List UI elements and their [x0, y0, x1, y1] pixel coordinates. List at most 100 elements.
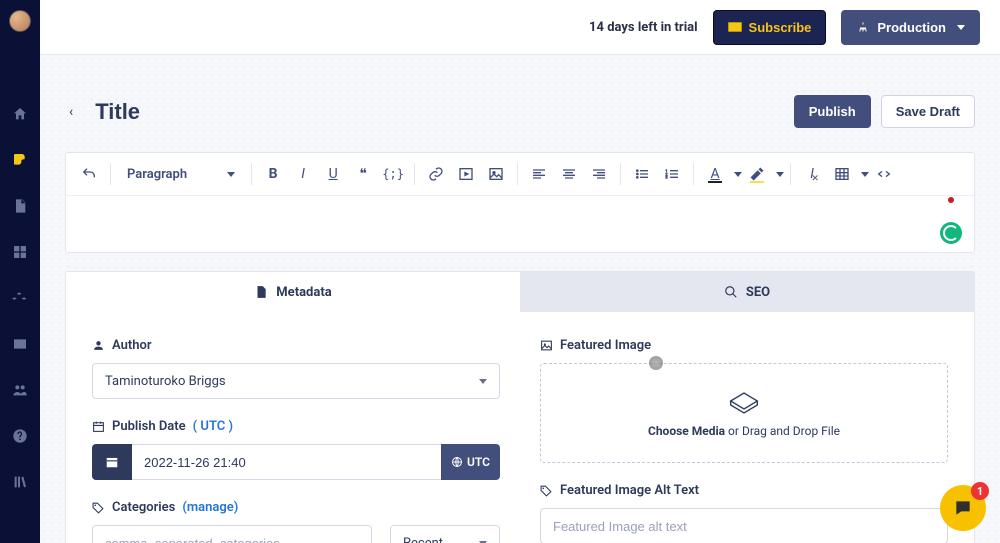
quote-icon: ❝ — [359, 166, 367, 182]
italic-button[interactable]: I — [288, 159, 318, 189]
source-icon — [876, 166, 892, 182]
svg-text:3: 3 — [665, 175, 667, 180]
sidebar-item-collections[interactable] — [0, 284, 40, 312]
sidebar-item-blog[interactable] — [0, 146, 40, 174]
text-color-button[interactable]: A — [700, 159, 730, 189]
text-color-dropdown[interactable] — [730, 172, 742, 177]
underline-icon: U — [329, 166, 338, 182]
featured-image-dropzone[interactable]: Choose Media or Drag and Drop File — [540, 363, 948, 463]
clear-format-button[interactable]: I✕ — [797, 159, 827, 189]
date-picker-button[interactable] — [92, 444, 132, 480]
format-label: Paragraph — [127, 167, 187, 182]
align-center-icon — [561, 166, 577, 182]
subscribe-icon — [728, 22, 742, 32]
globe-icon — [451, 456, 463, 468]
sidebar-item-home[interactable] — [0, 100, 40, 128]
numbered-list-icon: 123 — [664, 166, 680, 182]
utc-link[interactable]: ( UTC ) — [193, 419, 233, 434]
environment-dropdown[interactable]: Production — [841, 10, 980, 45]
sidebar-item-library[interactable] — [0, 468, 40, 496]
sidebar-item-grid[interactable] — [0, 238, 40, 266]
chat-icon — [952, 498, 974, 518]
topbar: 14 days left in trial Subscribe Producti… — [40, 0, 1000, 55]
publish-date-input[interactable] — [132, 444, 441, 480]
code-icon: {;} — [382, 167, 404, 181]
environment-label: Production — [877, 20, 946, 35]
underline-button[interactable]: U — [318, 159, 348, 189]
source-code-button[interactable] — [869, 159, 899, 189]
table-icon — [834, 166, 850, 182]
tab-seo[interactable]: SEO — [520, 272, 974, 312]
grid-icon — [12, 244, 28, 260]
upload-icon — [728, 388, 760, 414]
highlight-dropdown[interactable] — [772, 172, 784, 177]
grammarly-button[interactable] — [940, 222, 962, 244]
bullet-list-icon — [634, 166, 650, 182]
editor: Paragraph B I U ❝ {;} — [65, 152, 975, 253]
align-left-icon — [531, 166, 547, 182]
table-button[interactable] — [827, 159, 857, 189]
publish-date-label: Publish Date ( UTC ) — [92, 419, 500, 434]
alt-text-label: Featured Image Alt Text — [540, 483, 948, 498]
table-dropdown[interactable] — [857, 172, 869, 177]
cursor-indicator — [649, 356, 663, 370]
calendar-icon — [105, 455, 119, 469]
align-left-button[interactable] — [524, 159, 554, 189]
undo-button[interactable] — [74, 159, 104, 189]
chat-badge: 1 — [971, 482, 989, 500]
dropzone-text: Choose Media or Drag and Drop File — [648, 424, 840, 438]
users-icon — [12, 382, 28, 398]
back-button[interactable]: ‹ — [65, 100, 77, 124]
sidebar-item-pages[interactable] — [0, 192, 40, 220]
alt-text-input[interactable] — [540, 508, 948, 543]
italic-icon: I — [301, 166, 305, 182]
author-select[interactable]: Taminoturoko Briggs — [92, 363, 500, 399]
sidebar-item-media[interactable] — [0, 330, 40, 358]
bold-icon: B — [269, 166, 278, 182]
timezone-button[interactable]: UTC — [441, 444, 500, 480]
publish-button[interactable]: Publish — [794, 95, 871, 128]
categories-input[interactable] — [92, 525, 372, 543]
tag-icon — [540, 484, 553, 497]
chevron-down-icon — [227, 172, 235, 177]
bullet-list-button[interactable] — [627, 159, 657, 189]
text-color-icon: A — [711, 166, 720, 182]
save-draft-button[interactable]: Save Draft — [881, 95, 975, 128]
code-button[interactable]: {;} — [378, 159, 408, 189]
chevron-down-icon — [479, 379, 487, 384]
link-button[interactable] — [421, 159, 451, 189]
categories-manage-link[interactable]: (manage) — [182, 500, 238, 515]
sidebar-item-help[interactable] — [0, 422, 40, 450]
library-icon — [12, 474, 28, 490]
chat-button[interactable]: 1 — [940, 485, 986, 531]
video-button[interactable] — [451, 159, 481, 189]
tags-icon — [92, 501, 105, 514]
image-button[interactable] — [481, 159, 511, 189]
image-icon — [540, 339, 553, 352]
highlight-button[interactable] — [742, 159, 772, 189]
media-icon — [12, 336, 28, 352]
numbered-list-button[interactable]: 123 — [657, 159, 687, 189]
video-icon — [458, 166, 474, 182]
format-dropdown[interactable]: Paragraph — [117, 159, 245, 189]
sidebar-item-users[interactable] — [0, 376, 40, 404]
avatar[interactable] — [9, 10, 31, 32]
image-icon — [488, 166, 504, 182]
bold-button[interactable]: B — [258, 159, 288, 189]
align-right-button[interactable] — [584, 159, 614, 189]
categories-sort-select[interactable]: Recent — [390, 525, 500, 543]
subscribe-button[interactable]: Subscribe — [713, 10, 827, 45]
align-center-button[interactable] — [554, 159, 584, 189]
quote-button[interactable]: ❝ — [348, 159, 378, 189]
chevron-down-icon — [957, 25, 965, 30]
post-title-input[interactable] — [95, 99, 395, 125]
home-icon — [12, 106, 28, 122]
meta-tabs: Metadata SEO — [66, 272, 974, 312]
sitemap-icon — [856, 21, 870, 33]
tab-metadata[interactable]: Metadata — [66, 272, 520, 312]
content-area: ‹ Publish Save Draft Paragraph — [40, 55, 1000, 543]
author-label: Author — [92, 338, 500, 353]
align-right-icon — [591, 166, 607, 182]
subscribe-label: Subscribe — [749, 20, 812, 35]
help-icon — [12, 428, 28, 444]
